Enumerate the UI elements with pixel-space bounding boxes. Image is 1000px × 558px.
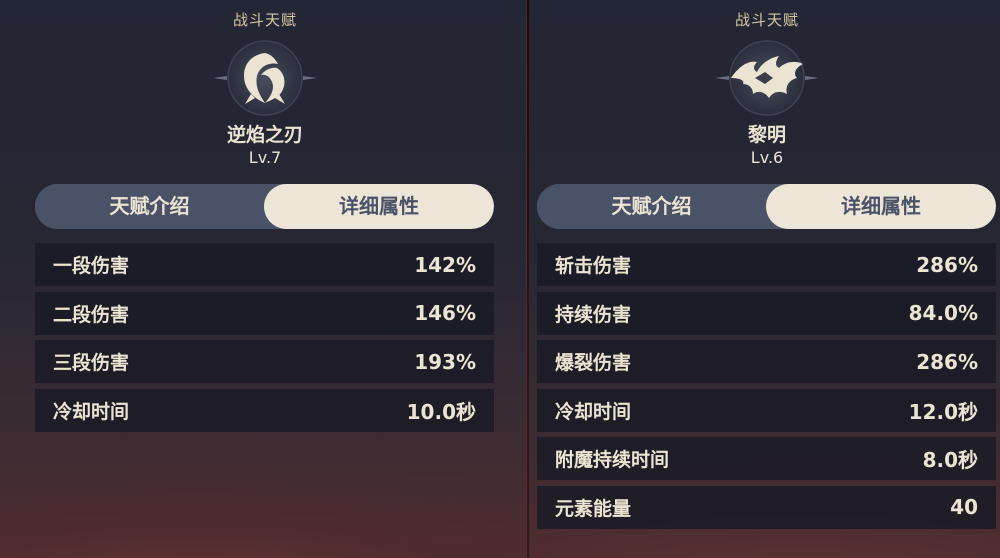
talent-name: 逆焰之刃 — [226, 124, 303, 146]
attribute-row: 二段伤害 146% — [35, 291, 494, 335]
attribute-value: 8.0秒 — [922, 448, 978, 472]
attribute-row: 斩击伤害 286% — [537, 243, 996, 286]
talent-level: Lv.7 — [248, 148, 282, 167]
flame-wings-icon — [707, 38, 827, 118]
attribute-label: 斩击伤害 — [555, 255, 632, 277]
attribute-row: 冷却时间 10.0秒 — [35, 388, 494, 432]
attribute-value: 193% — [414, 349, 476, 374]
tab-detailed-attributes[interactable]: 详细属性 — [766, 184, 996, 229]
attribute-value: 286% — [916, 349, 978, 374]
attribute-list: 斩击伤害 286% 持续伤害 84.0% 爆裂伤害 286% 冷却时间 12.0… — [537, 243, 996, 534]
talent-level: Lv.6 — [750, 148, 784, 167]
attribute-list: 一段伤害 142% 二段伤害 146% 三段伤害 193% 冷却时间 10.0秒 — [35, 243, 494, 437]
attribute-label: 一段伤害 — [53, 255, 130, 277]
attribute-value: 286% — [916, 252, 978, 277]
tab-talent-intro[interactable]: 天赋介绍 — [537, 184, 766, 229]
talent-category-label: 战斗天赋 — [232, 11, 297, 29]
attribute-value: 10.0秒 — [406, 399, 476, 424]
attribute-value: 84.0% — [908, 301, 978, 325]
attribute-value: 142% — [414, 252, 476, 277]
talent-category-label: 战斗天赋 — [734, 11, 799, 29]
attribute-label: 附魔持续时间 — [555, 449, 670, 471]
attribute-value: 146% — [414, 301, 476, 325]
talent-tabs: 天赋介绍 详细属性 — [537, 184, 996, 229]
attribute-label: 冷却时间 — [53, 400, 130, 423]
panel-divider — [526, 0, 530, 558]
attribute-label: 元素能量 — [555, 497, 632, 520]
attribute-row: 持续伤害 84.0% — [537, 291, 996, 335]
tab-detailed-attributes[interactable]: 详细属性 — [264, 184, 494, 229]
attribute-label: 爆裂伤害 — [555, 352, 632, 374]
talent-panel-right: 战斗天赋 黎明 Lv.6 天赋介绍 详细属性 斩击伤害 286% 持续伤害 84… — [537, 0, 997, 558]
talent-panel-left: 战斗天赋 逆焰之刃 Lv.7 天赋介绍 详细属性 一段伤害 142% 二段伤害 … — [35, 0, 495, 558]
attribute-row: 爆裂伤害 286% — [537, 340, 996, 383]
attribute-row: 元素能量 40 — [537, 485, 996, 529]
talent-tabs: 天赋介绍 详细属性 — [35, 184, 494, 229]
attribute-label: 持续伤害 — [555, 303, 632, 326]
attribute-label: 冷却时间 — [555, 400, 632, 423]
attribute-label: 二段伤害 — [53, 303, 130, 326]
talent-name: 黎明 — [747, 124, 786, 146]
attribute-row: 三段伤害 193% — [35, 340, 494, 383]
attribute-row: 冷却时间 12.0秒 — [537, 388, 996, 432]
attribute-row: 一段伤害 142% — [35, 243, 494, 286]
attribute-value: 40 — [950, 495, 978, 519]
attribute-label: 三段伤害 — [53, 352, 130, 374]
attribute-row: 附魔持续时间 8.0秒 — [537, 437, 996, 480]
attribute-value: 12.0秒 — [908, 399, 978, 424]
swirl-blade-icon — [205, 38, 325, 118]
tab-talent-intro[interactable]: 天赋介绍 — [35, 184, 264, 229]
